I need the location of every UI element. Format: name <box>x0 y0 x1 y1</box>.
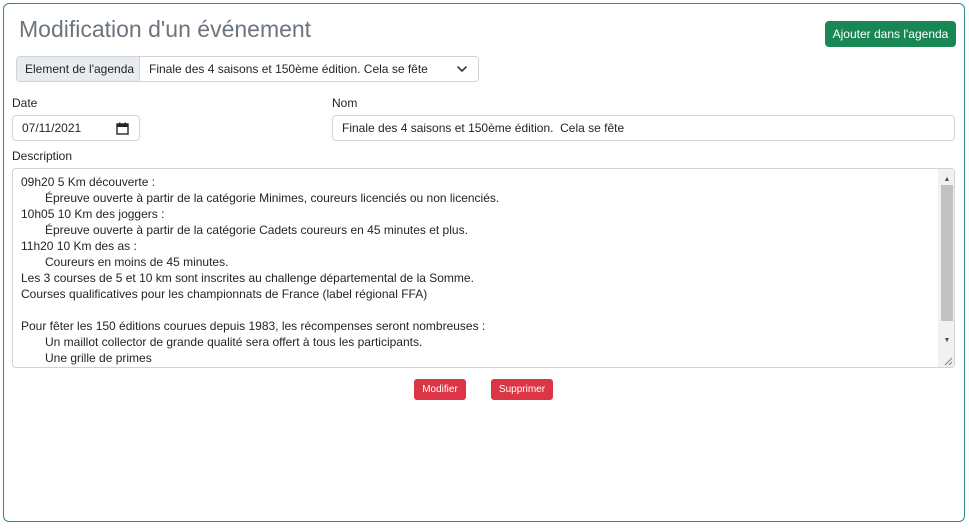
description-line: Épreuve ouverte à partir de la catégorie… <box>45 191 500 205</box>
resize-handle-icon[interactable] <box>941 354 953 366</box>
scroll-down-arrow-icon[interactable]: ▼ <box>939 332 954 348</box>
description-line: Coureurs en moins de 45 minutes. <box>45 255 229 269</box>
calendar-icon[interactable] <box>116 122 129 135</box>
description-scrollbar[interactable]: ▲ ▼ <box>938 169 954 367</box>
description-line: Les 3 courses de 5 et 10 km sont inscrit… <box>21 271 474 285</box>
modify-button[interactable]: Modifier <box>414 379 466 400</box>
description-line: Courses qualificatives pour les champion… <box>21 287 428 301</box>
description-line: Pour fêter les 150 éditions courues depu… <box>21 319 486 333</box>
date-value: 07/11/2021 <box>22 121 82 135</box>
chevron-down-icon <box>457 66 467 72</box>
date-field[interactable]: 07/11/2021 <box>12 115 140 141</box>
agenda-element-selected-value: Finale des 4 saisons et 150ème édition. … <box>149 62 428 76</box>
description-line: Une grille de primes <box>45 351 152 365</box>
name-label: Nom <box>332 96 358 110</box>
agenda-element-group: Element de l'agenda Finale des 4 saisons… <box>16 56 479 82</box>
description-line: Épreuve ouverte à partir de la catégorie… <box>45 223 468 237</box>
description-line: Un maillot collector de grande qualité s… <box>45 335 423 349</box>
description-line: 09h20 5 Km découverte : <box>21 175 156 189</box>
description-line: 11h20 10 Km des as : <box>21 239 137 253</box>
description-label: Description <box>12 149 73 163</box>
description-line <box>21 302 934 318</box>
date-label: Date <box>12 96 38 110</box>
description-textarea[interactable]: 09h20 5 Km découverte : Épreuve ouverte … <box>12 168 955 368</box>
page-title: Modification d'un événement <box>19 16 312 42</box>
delete-button[interactable]: Supprimer <box>491 379 553 400</box>
add-to-agenda-button[interactable]: Ajouter dans l'agenda <box>825 21 956 47</box>
agenda-element-select[interactable]: Finale des 4 saisons et 150ème édition. … <box>140 57 478 81</box>
agenda-element-label: Element de l'agenda <box>17 57 140 81</box>
description-text: 09h20 5 Km découverte : Épreuve ouverte … <box>21 174 934 366</box>
name-field[interactable]: Finale des 4 saisons et 150ème édition. … <box>332 115 955 141</box>
scrollbar-thumb[interactable] <box>941 185 953 321</box>
description-line: 10h05 10 Km des joggers : <box>21 207 165 221</box>
